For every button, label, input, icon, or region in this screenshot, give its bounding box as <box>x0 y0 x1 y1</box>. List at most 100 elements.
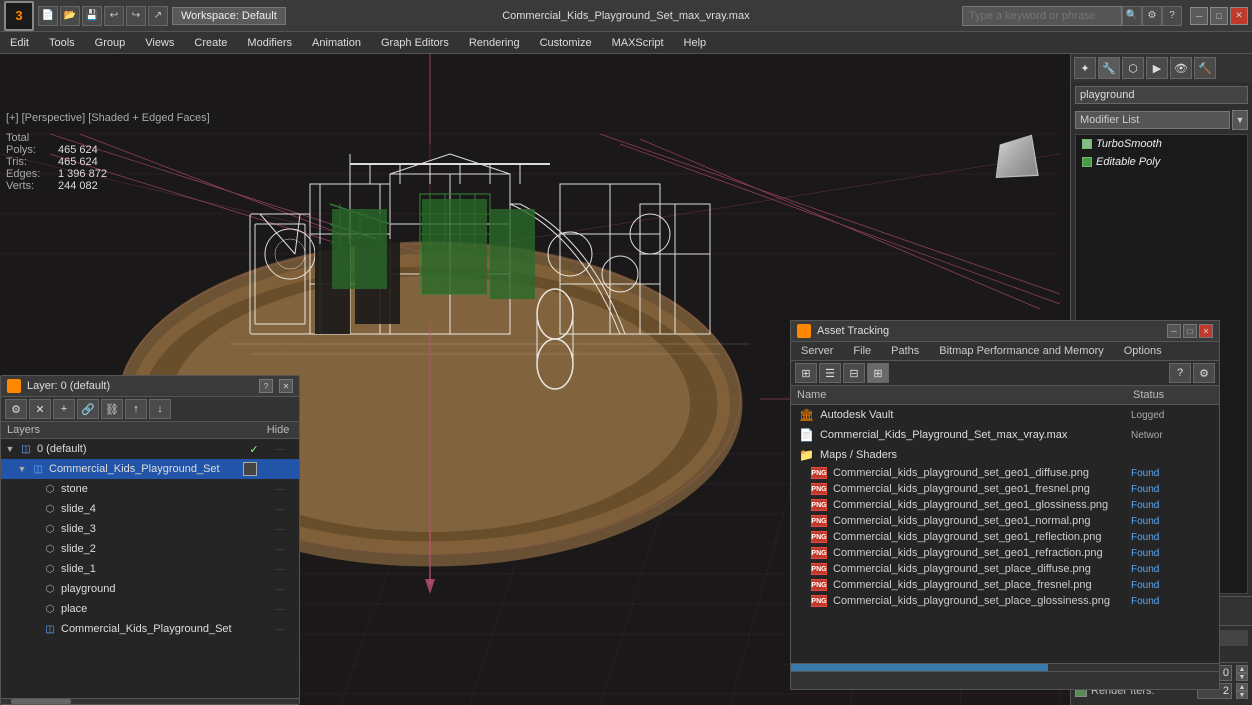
expand-icon[interactable]: ▼ <box>5 444 15 454</box>
asset-tool-3[interactable]: ⊟ <box>843 363 865 383</box>
redo-btn[interactable]: ↪ <box>126 6 146 26</box>
layer-item[interactable]: ⬡ slide_4 ··· <box>1 499 299 519</box>
asset-menu-server[interactable]: Server <box>791 344 843 358</box>
asset-maps-group[interactable]: 📁 Maps / Shaders <box>791 445 1219 465</box>
menu-views[interactable]: Views <box>135 32 184 53</box>
menu-group[interactable]: Group <box>85 32 136 53</box>
asset-restore-btn[interactable]: □ <box>1183 324 1197 338</box>
asset-help-btn[interactable]: ? <box>1169 363 1191 383</box>
layer-item[interactable]: ▼ ◫ 0 (default) ✓ ··· <box>1 439 299 459</box>
layers-question-btn[interactable]: ? <box>259 379 273 393</box>
modifier-turbosmooth[interactable]: TurboSmooth <box>1076 135 1247 153</box>
asset-tool-4[interactable]: ⊞ <box>867 363 889 383</box>
motion-tab-btn[interactable]: ▶ <box>1146 57 1168 79</box>
panel-search-input[interactable]: playground <box>1075 86 1248 104</box>
asset-minimize-btn[interactable]: ─ <box>1167 324 1181 338</box>
layer-item[interactable]: ◫ Commercial_Kids_Playground_Set ··· <box>1 619 299 639</box>
hierarchy-tab-btn[interactable]: ⬡ <box>1122 57 1144 79</box>
close-btn[interactable]: ✕ <box>1230 7 1248 25</box>
menu-help[interactable]: Help <box>674 32 717 53</box>
ts-renderiters-spinner[interactable]: ▲ ▼ <box>1236 683 1248 699</box>
obj-symbol: ⬡ <box>43 502 57 516</box>
layer-item[interactable]: ⬡ slide_1 ··· <box>1 559 299 579</box>
expand-icon[interactable]: ▼ <box>17 464 27 474</box>
asset-tool-1[interactable]: ⊞ <box>795 363 817 383</box>
layers-link-btn[interactable]: 🔗 <box>77 399 99 419</box>
layers-close-btn[interactable]: ✕ <box>279 379 293 393</box>
viewport-label: [+] [Perspective] [Shaded + Edged Faces] <box>6 112 210 124</box>
menu-animation[interactable]: Animation <box>302 32 371 53</box>
asset-file-item[interactable]: PNG Commercial_kids_playground_set_geo1_… <box>791 481 1219 497</box>
create-tab-btn[interactable]: ✦ <box>1074 57 1096 79</box>
asset-file-item[interactable]: PNG Commercial_kids_playground_set_geo1_… <box>791 513 1219 529</box>
layers-settings-btn[interactable]: ⚙ <box>5 399 27 419</box>
ts-renderiters-up[interactable]: ▲ <box>1236 683 1248 691</box>
layers-unlink-btn[interactable]: ⛓ <box>101 399 123 419</box>
asset-menu-options[interactable]: Options <box>1114 344 1172 358</box>
asset-file-item[interactable]: PNG Commercial_kids_playground_set_place… <box>791 577 1219 593</box>
asset-menu-paths[interactable]: Paths <box>881 344 929 358</box>
ts-renderiters-down[interactable]: ▼ <box>1236 691 1248 699</box>
asset-maxfile-group[interactable]: 📄 Commercial_Kids_Playground_Set_max_vra… <box>791 425 1219 445</box>
layer-item[interactable]: ⬡ stone ··· <box>1 479 299 499</box>
asset-settings-btn[interactable]: ⚙ <box>1193 363 1215 383</box>
panel-icons-row: ✦ 🔧 ⬡ ▶ 👁 🔨 <box>1071 54 1252 82</box>
asset-file-item[interactable]: PNG Commercial_kids_playground_set_geo1_… <box>791 465 1219 481</box>
new-btn[interactable]: 📄 <box>38 6 58 26</box>
ts-iterations-spinner[interactable]: ▲ ▼ <box>1236 665 1248 681</box>
navigation-cube[interactable] <box>980 122 1050 192</box>
modifier-dropdown-btn[interactable]: ▼ <box>1232 110 1248 130</box>
menu-tools[interactable]: Tools <box>39 32 85 53</box>
asset-menu-file[interactable]: File <box>843 344 881 358</box>
layer-item[interactable]: ⬡ place ··· <box>1 599 299 619</box>
save-btn[interactable]: 💾 <box>82 6 102 26</box>
layer-item[interactable]: ⬡ playground ··· <box>1 579 299 599</box>
menu-rendering[interactable]: Rendering <box>459 32 530 53</box>
layers-scroll-thumb[interactable] <box>11 699 71 704</box>
modifier-list-label: Modifier List <box>1075 111 1230 129</box>
menu-modifiers[interactable]: Modifiers <box>237 32 302 53</box>
asset-close-btn[interactable]: ✕ <box>1199 324 1213 338</box>
asset-file-item[interactable]: PNG Commercial_kids_playground_set_geo1_… <box>791 497 1219 513</box>
expand-icon <box>29 544 39 554</box>
ts-iterations-down[interactable]: ▼ <box>1236 673 1248 681</box>
layers-delete-btn[interactable]: ✕ <box>29 399 51 419</box>
menu-edit[interactable]: Edit <box>0 32 39 53</box>
restore-btn[interactable]: □ <box>1210 7 1228 25</box>
undo-btn[interactable]: ↩ <box>104 6 124 26</box>
asset-file-item[interactable]: PNG Commercial_kids_playground_set_place… <box>791 561 1219 577</box>
modifier-editable-poly[interactable]: Editable Poly <box>1076 153 1247 171</box>
asset-panel-icon <box>797 324 811 338</box>
asset-win-controls: ─ □ ✕ <box>1167 324 1213 338</box>
layers-move-down-btn[interactable]: ↓ <box>149 399 171 419</box>
settings-icon[interactable]: ⚙ <box>1142 6 1162 26</box>
asset-file-item[interactable]: PNG Commercial_kids_playground_set_geo1_… <box>791 545 1219 561</box>
modify-tab-btn[interactable]: 🔧 <box>1098 57 1120 79</box>
open-btn[interactable]: 📂 <box>60 6 80 26</box>
menu-create[interactable]: Create <box>184 32 237 53</box>
asset-file-item[interactable]: PNG Commercial_kids_playground_set_place… <box>791 593 1219 609</box>
layers-move-up-btn[interactable]: ↑ <box>125 399 147 419</box>
ts-iterations-up[interactable]: ▲ <box>1236 665 1248 673</box>
select-btn[interactable]: ↗ <box>148 6 168 26</box>
menu-customize[interactable]: Customize <box>530 32 602 53</box>
search-btn[interactable]: 🔍 <box>1122 6 1142 26</box>
asset-list-header: Name Status <box>791 386 1219 405</box>
layers-new-btn[interactable]: + <box>53 399 75 419</box>
layer-item[interactable]: ⬡ slide_2 ··· <box>1 539 299 559</box>
menu-maxscript[interactable]: MAXScript <box>602 32 674 53</box>
layer-checkbox[interactable] <box>243 462 257 476</box>
help-btn[interactable]: ? <box>1162 6 1182 26</box>
layer-item[interactable]: ⬡ slide_3 ··· <box>1 519 299 539</box>
asset-vault-group[interactable]: 🏛 Autodesk Vault Logged <box>791 405 1219 425</box>
layers-scrollbar[interactable] <box>1 698 299 704</box>
utilities-tab-btn[interactable]: 🔨 <box>1194 57 1216 79</box>
minimize-btn[interactable]: ─ <box>1190 7 1208 25</box>
asset-file-item[interactable]: PNG Commercial_kids_playground_set_geo1_… <box>791 529 1219 545</box>
menu-graph-editors[interactable]: Graph Editors <box>371 32 459 53</box>
asset-menu-bitmap-perf[interactable]: Bitmap Performance and Memory <box>929 344 1113 358</box>
layer-item[interactable]: ▼ ◫ Commercial_Kids_Playground_Set ··· <box>1 459 299 479</box>
asset-tool-2[interactable]: ☰ <box>819 363 841 383</box>
search-input[interactable] <box>962 6 1122 26</box>
display-tab-btn[interactable]: 👁 <box>1170 57 1192 79</box>
